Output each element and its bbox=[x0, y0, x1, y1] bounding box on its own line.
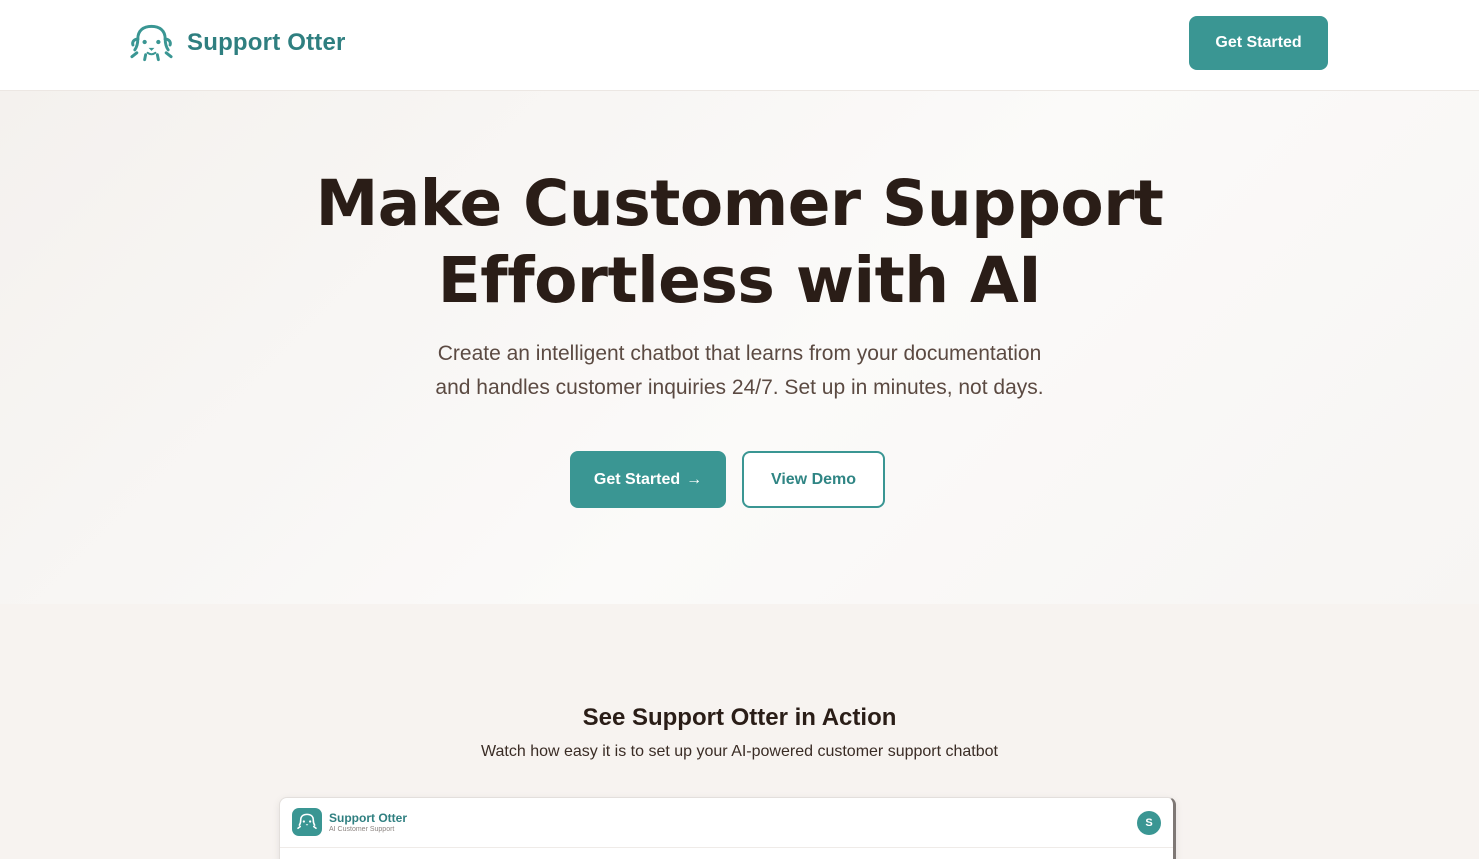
hero-subtitle-line-1: Create an intelligent chatbot that learn… bbox=[437, 342, 1042, 365]
brand-name: Support Otter bbox=[187, 29, 346, 56]
hero-title: Make Customer Support Effortless with AI bbox=[0, 165, 1479, 319]
preview-user-avatar[interactable]: S bbox=[1137, 811, 1161, 835]
top-navbar: Support Otter Get Started bbox=[0, 0, 1479, 91]
view-demo-button[interactable]: View Demo bbox=[742, 451, 885, 508]
arrow-right-icon: → bbox=[686, 470, 703, 488]
demo-subtitle: Watch how easy it is to set up your AI-p… bbox=[481, 743, 998, 760]
hero-subtitle: Create an intelligent chatbot that learn… bbox=[0, 337, 1479, 405]
hero-title-line-2: Effortless with AI bbox=[437, 244, 1042, 317]
brand-link[interactable]: Support Otter bbox=[128, 22, 346, 64]
otter-icon bbox=[130, 24, 173, 62]
preview-app-name: Support Otter bbox=[329, 811, 407, 825]
hero-get-started-label: Get Started bbox=[593, 470, 681, 488]
demo-title: See Support Otter in Action bbox=[582, 704, 897, 731]
hero-title-line-1: Make Customer Support bbox=[315, 167, 1164, 240]
preview-app-tagline: AI Customer Support bbox=[329, 826, 395, 833]
app-preview-window: Support Otter AI Customer Support S bbox=[279, 797, 1176, 859]
preview-otter-icon bbox=[292, 808, 322, 836]
demo-section: See Support Otter in Action Watch how ea… bbox=[0, 604, 1479, 859]
nav-get-started-button[interactable]: Get Started bbox=[1189, 16, 1328, 70]
hero-subtitle-line-2: and handles customer inquiries 24/7. Set… bbox=[435, 376, 1044, 399]
preview-header: Support Otter AI Customer Support S bbox=[280, 798, 1173, 848]
hero-get-started-button[interactable]: Get Started → bbox=[570, 451, 726, 508]
hero-section: Make Customer Support Effortless with AI… bbox=[0, 91, 1479, 604]
